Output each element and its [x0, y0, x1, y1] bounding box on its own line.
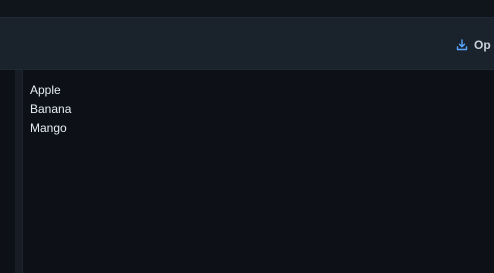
list-item: Banana: [30, 102, 72, 116]
text-list: Apple Banana Mango: [30, 81, 71, 138]
content-area: Apple Banana Mango: [0, 70, 494, 273]
open-button-label: Op: [474, 38, 491, 52]
download-icon: [456, 39, 468, 51]
line-gutter: [15, 70, 23, 273]
toolbar: Op: [0, 18, 494, 70]
app-window: Op Apple Banana Mango: [0, 0, 494, 273]
open-button[interactable]: Op: [456, 36, 491, 54]
list-item: Apple: [30, 83, 61, 97]
list-item: Mango: [30, 121, 67, 135]
top-bar: [0, 0, 494, 18]
